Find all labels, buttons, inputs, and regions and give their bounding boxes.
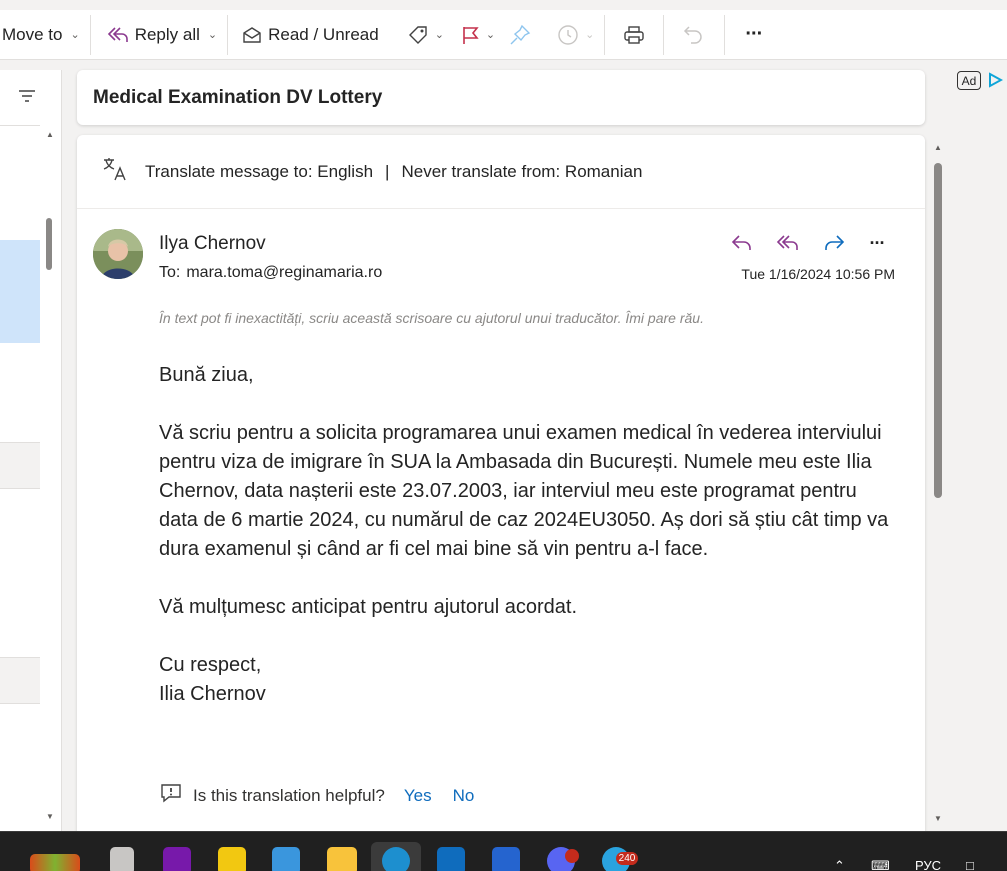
more-icon: ··· xyxy=(869,232,886,253)
list-group-header xyxy=(0,658,40,703)
feedback-question: Is this translation helpful? xyxy=(193,785,385,805)
scroll-up-arrow[interactable]: ▲ xyxy=(46,130,54,139)
list-divider xyxy=(0,125,40,126)
keyboard-icon[interactable]: ⌨ xyxy=(871,858,890,871)
read-unread-button[interactable]: Read / Unread xyxy=(228,10,389,60)
message-body: Bună ziua, Vă scriu pentru a solicita pr… xyxy=(159,361,899,738)
reply-all-action-button[interactable] xyxy=(765,229,811,257)
chevron-down-icon: ⌄ xyxy=(585,29,595,41)
print-button[interactable] xyxy=(605,10,663,60)
list-divider xyxy=(0,703,40,704)
file-icon[interactable] xyxy=(110,847,134,871)
list-scrollbar-thumb[interactable] xyxy=(46,218,52,270)
move-to-label: Move to xyxy=(2,24,63,44)
categorize-button[interactable]: ⌄ xyxy=(389,10,454,60)
reply-button[interactable] xyxy=(719,229,765,257)
message-datetime: Tue 1/16/2024 10:56 PM xyxy=(741,266,895,282)
translate-icon xyxy=(101,156,129,187)
sender-name[interactable]: Ilya Chernov xyxy=(159,233,266,255)
chevron-down-icon: ⌄ xyxy=(70,29,80,41)
translator-note: În text pot fi inexactități, scriu aceas… xyxy=(159,310,704,326)
envelope-open-icon xyxy=(242,26,262,44)
print-icon xyxy=(623,25,645,45)
body-closing: Cu respect, Ilia Chernov xyxy=(159,651,899,709)
scroll-down-arrow[interactable]: ▼ xyxy=(46,812,54,821)
filter-icon[interactable] xyxy=(17,88,37,109)
telegram-unread-badge: 240 xyxy=(616,852,638,865)
recipient-line: To: mara.toma@reginamaria.ro xyxy=(159,264,382,282)
undo-button[interactable] xyxy=(664,10,724,60)
input-language[interactable]: РУС xyxy=(915,858,941,871)
reply-all-icon xyxy=(107,26,129,44)
widgets-icon[interactable] xyxy=(30,854,80,871)
flag-button[interactable]: ⌄ xyxy=(454,10,505,60)
sticky-notes-icon[interactable] xyxy=(218,847,246,871)
list-group-header xyxy=(0,443,40,488)
forward-icon xyxy=(825,235,845,250)
feedback-chat-icon xyxy=(159,782,183,809)
reply-icon xyxy=(731,235,751,250)
scroll-down-arrow[interactable]: ▼ xyxy=(934,814,942,823)
reading-scrollbar-thumb[interactable] xyxy=(934,163,942,498)
list-divider xyxy=(0,488,40,489)
chevron-down-icon: ⌄ xyxy=(434,29,444,41)
ad-badge[interactable]: Ad xyxy=(957,71,981,90)
store-icon[interactable] xyxy=(272,847,300,871)
feedback-no-link[interactable]: No xyxy=(453,786,475,806)
body-greeting: Bună ziua, xyxy=(159,364,254,386)
never-translate-link[interactable]: Never translate from: Romanian xyxy=(401,162,642,182)
feedback-yes-link[interactable]: Yes xyxy=(404,786,432,806)
forward-button[interactable] xyxy=(811,229,857,257)
pin-button[interactable] xyxy=(505,10,541,60)
tag-icon xyxy=(407,25,429,45)
chevron-down-icon: ⌄ xyxy=(207,29,218,41)
closing-line: Cu respect, xyxy=(159,654,262,676)
outlook-icon[interactable] xyxy=(437,847,465,871)
todo-icon[interactable] xyxy=(492,847,520,871)
translation-separator: | xyxy=(385,161,390,181)
reading-pane: Translate message to: English | Never tr… xyxy=(77,135,925,835)
body-paragraph: Vă scriu pentru a solicita programarea u… xyxy=(159,422,889,560)
message-subject: Medical Examination DV Lottery xyxy=(93,86,383,108)
translation-bar: Translate message to: English | Never tr… xyxy=(77,135,925,209)
undo-icon xyxy=(682,24,704,46)
notification-dot xyxy=(565,849,579,863)
snooze-button[interactable]: ⌄ xyxy=(541,10,604,60)
scroll-up-arrow[interactable]: ▲ xyxy=(934,143,942,152)
reply-all-button[interactable]: Reply all ⌄ xyxy=(91,10,227,60)
recipient-address[interactable]: mara.toma@reginamaria.ro xyxy=(186,264,382,281)
body-paragraph: Vă mulțumesc anticipat pentru ajutorul a… xyxy=(159,596,577,618)
edge-icon xyxy=(382,847,410,871)
subject-header: Medical Examination DV Lottery xyxy=(77,70,925,125)
translate-message-link[interactable]: Translate message to: English xyxy=(145,162,373,182)
more-actions-button[interactable]: ··· xyxy=(725,10,772,60)
reply-all-icon xyxy=(776,235,798,250)
chevron-up-icon[interactable]: ⌃ xyxy=(834,858,845,871)
more-actions-icon[interactable]: ··· xyxy=(857,229,897,257)
message-actions: ··· xyxy=(719,229,897,257)
chevron-down-icon: ⌄ xyxy=(485,29,496,41)
network-icon[interactable]: □ xyxy=(966,858,974,871)
translation-feedback: Is this translation helpful? Yes No xyxy=(159,782,474,809)
move-to-button[interactable]: Move to ⌄ xyxy=(0,10,90,60)
flag-icon xyxy=(460,25,480,45)
pin-icon xyxy=(509,24,531,46)
message-list-pane: ▲ ▼ xyxy=(0,70,62,831)
to-label: To: xyxy=(159,264,181,281)
command-toolbar: Move to ⌄ Reply all ⌄ Read / Unread ⌄ ⌄ xyxy=(0,10,1007,60)
onenote-icon[interactable] xyxy=(163,847,191,871)
avatar[interactable] xyxy=(93,229,143,279)
edge-taskbar-button[interactable] xyxy=(371,842,421,871)
folder-icon[interactable] xyxy=(327,847,357,871)
reply-all-label: Reply all xyxy=(134,24,200,44)
adchoices-icon[interactable] xyxy=(987,72,1004,93)
more-icon: ··· xyxy=(745,23,763,45)
signature-name: Ilia Chernov xyxy=(159,683,266,705)
selected-message-row[interactable] xyxy=(0,240,40,343)
read-unread-label: Read / Unread xyxy=(268,24,379,44)
windows-taskbar: 240 ⌃ ⌨ РУС □ xyxy=(0,831,1007,871)
clock-icon xyxy=(557,24,579,46)
